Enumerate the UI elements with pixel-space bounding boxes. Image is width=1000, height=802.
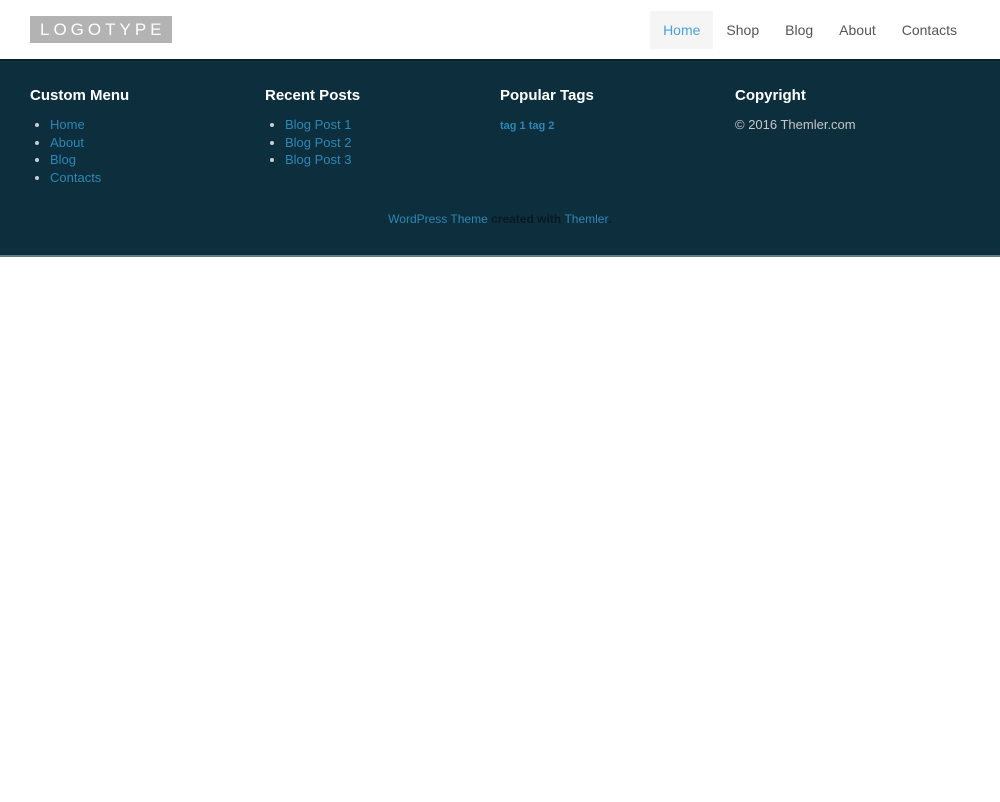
footer-widget-custom-menu: Custom Menu Home About Blog Contacts	[30, 87, 265, 186]
footer-link-about[interactable]: About	[50, 135, 84, 150]
footer-link-contacts[interactable]: Contacts	[50, 170, 101, 185]
credit-period: .	[608, 212, 611, 226]
credit-text: created with	[488, 212, 565, 226]
list-item: Blog Post 1	[285, 116, 485, 134]
recent-posts-title: Recent Posts	[265, 87, 485, 105]
popular-tags-title: Popular Tags	[500, 87, 720, 105]
theme-credit: WordPress Theme created with Themler.	[30, 212, 970, 227]
footer-link-home[interactable]: Home	[50, 117, 85, 132]
list-item: Contacts	[50, 169, 250, 187]
recent-posts-list: Blog Post 1 Blog Post 2 Blog Post 3	[265, 116, 485, 169]
list-item: About	[50, 134, 250, 152]
tag-link-2[interactable]: tag 2	[529, 120, 555, 132]
site-logo[interactable]: LOGOTYPE	[30, 16, 172, 43]
copyright-text: © 2016 Themler.com	[735, 116, 955, 133]
nav-item-home[interactable]: Home	[650, 11, 713, 49]
footer-link-blog[interactable]: Blog	[50, 152, 76, 167]
footer-widget-popular-tags: Popular Tags tag 1tag 2	[500, 87, 735, 186]
main-nav: Home Shop Blog About Contacts	[650, 11, 970, 49]
empty-page-body	[0, 257, 1000, 802]
list-item: Home	[50, 116, 250, 134]
list-item: Blog Post 3	[285, 151, 485, 169]
wordpress-theme-link[interactable]: WordPress Theme	[388, 212, 488, 226]
recent-post-link-2[interactable]: Blog Post 2	[285, 135, 352, 150]
nav-item-about[interactable]: About	[826, 11, 889, 49]
nav-item-shop[interactable]: Shop	[713, 11, 772, 49]
recent-post-link-1[interactable]: Blog Post 1	[285, 117, 352, 132]
site-footer: Custom Menu Home About Blog Contacts Rec…	[0, 59, 1000, 257]
themler-link[interactable]: Themler	[564, 212, 608, 226]
footer-widgets: Custom Menu Home About Blog Contacts Rec…	[30, 87, 970, 186]
list-item: Blog Post 2	[285, 134, 485, 152]
custom-menu-title: Custom Menu	[30, 87, 250, 105]
footer-widget-copyright: Copyright © 2016 Themler.com	[735, 87, 970, 186]
footer-widget-recent-posts: Recent Posts Blog Post 1 Blog Post 2 Blo…	[265, 87, 500, 186]
tag-link-1[interactable]: tag 1	[500, 120, 526, 132]
nav-item-blog[interactable]: Blog	[772, 11, 826, 49]
tag-cloud: tag 1tag 2	[500, 116, 720, 134]
custom-menu-list: Home About Blog Contacts	[30, 116, 250, 186]
copyright-title: Copyright	[735, 87, 955, 105]
nav-item-contacts[interactable]: Contacts	[889, 11, 970, 49]
list-item: Blog	[50, 151, 250, 169]
site-header: LOGOTYPE Home Shop Blog About Contacts	[0, 0, 1000, 59]
recent-post-link-3[interactable]: Blog Post 3	[285, 152, 352, 167]
